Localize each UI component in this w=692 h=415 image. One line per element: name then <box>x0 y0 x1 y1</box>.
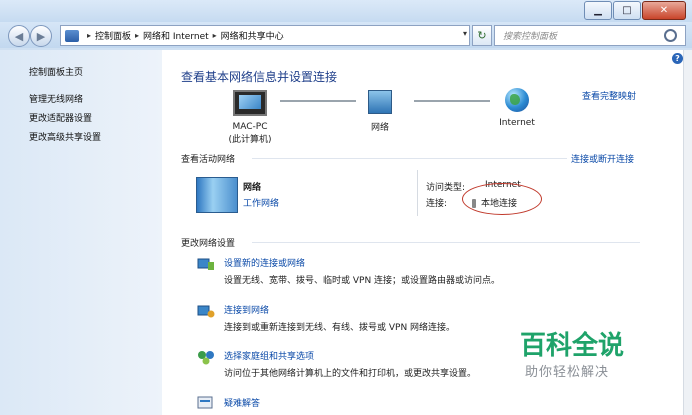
breadcrumb-separator: ▸ <box>135 31 140 40</box>
sidebar-item-home[interactable]: 控制面板主页 <box>29 65 83 78</box>
breadcrumb-sharing-center[interactable]: 网络和共享中心 <box>221 29 284 42</box>
change-settings-title: 更改网络设置 <box>181 239 236 249</box>
watermark-subtitle: 助你轻松解决 <box>525 365 610 380</box>
option-connect-network-desc: 连接到或重新连接到无线、有线、拨号或 VPN 网络连接。 <box>224 323 456 333</box>
title-bar: ▁ □ ✕ <box>0 0 692 22</box>
network-name: 网络 <box>243 183 262 193</box>
homegroup-icon <box>198 351 214 365</box>
divider <box>252 242 640 243</box>
network-node-label: 网络 <box>370 123 389 133</box>
close-button[interactable]: ✕ <box>642 1 686 20</box>
node-network[interactable]: 网络 <box>360 90 400 133</box>
sidebar-item-sharing[interactable]: 更改高级共享设置 <box>29 130 101 143</box>
building-icon <box>196 177 238 213</box>
refresh-button[interactable]: ↻ <box>472 25 492 46</box>
node-internet[interactable]: Internet <box>492 88 542 128</box>
map-connector <box>414 100 490 102</box>
network-icon <box>368 90 392 114</box>
scrollbar[interactable] <box>683 50 692 415</box>
window-controls: ▁ □ ✕ <box>583 1 686 20</box>
computer-name: MAC-PC <box>232 122 268 132</box>
search-box[interactable]: 搜索控制面板 <box>494 25 686 46</box>
troubleshoot-icon <box>197 396 213 409</box>
node-computer[interactable]: MAC-PC (此计算机) <box>224 90 276 145</box>
maximize-button[interactable]: □ <box>613 1 641 20</box>
active-networks-title: 查看活动网络 <box>181 155 236 165</box>
option-connect-network[interactable]: 连接到网络 <box>224 303 269 316</box>
computer-subtitle: (此计算机) <box>228 135 272 145</box>
main-window-body: 控制面板主页 管理无线网络 更改适配器设置 更改高级共享设置 ? 查看基本网络信… <box>0 50 692 415</box>
divider <box>252 158 567 159</box>
search-input[interactable]: 搜索控制面板 <box>503 29 664 42</box>
navigation-bar: ◀ ▶ ▸ 控制面板 ▸ 网络和 Internet ▸ 网络和共享中心 ▾ ↻ … <box>0 22 692 48</box>
control-panel-icon <box>65 29 79 42</box>
breadcrumb-network-internet[interactable]: 网络和 Internet <box>143 29 209 42</box>
search-icon[interactable] <box>664 29 677 42</box>
internet-node-label: Internet <box>499 118 535 128</box>
connection-label: 连接: <box>426 199 448 209</box>
option-new-connection-desc: 设置无线、宽带、拨号、临时或 VPN 连接；或设置路由器或访问点。 <box>224 276 501 286</box>
network-type-link[interactable]: 工作网络 <box>243 196 279 209</box>
forward-button[interactable]: ▶ <box>30 25 52 47</box>
option-new-connection[interactable]: 设置新的连接或网络 <box>224 256 305 269</box>
computer-icon <box>233 90 267 116</box>
highlight-circle <box>462 183 542 215</box>
connect-network-icon <box>197 305 215 318</box>
sidebar-item-adapter[interactable]: 更改适配器设置 <box>29 111 92 124</box>
vertical-divider <box>417 170 418 216</box>
address-bar[interactable]: ▸ 控制面板 ▸ 网络和 Internet ▸ 网络和共享中心 ▾ <box>60 25 470 46</box>
sidebar: 控制面板主页 管理无线网络 更改适配器设置 更改高级共享设置 <box>0 50 162 415</box>
map-connector <box>280 100 356 102</box>
address-dropdown-icon[interactable]: ▾ <box>463 29 467 38</box>
breadcrumb-control-panel[interactable]: 控制面板 <box>95 29 131 42</box>
watermark-title: 百科全说 <box>520 331 625 361</box>
option-homegroup[interactable]: 选择家庭组和共享选项 <box>224 349 314 362</box>
breadcrumb-separator: ▸ <box>87 31 92 40</box>
new-connection-icon <box>197 258 214 270</box>
sidebar-item-wireless[interactable]: 管理无线网络 <box>29 92 83 105</box>
globe-icon <box>505 88 529 112</box>
access-type-label: 访问类型: <box>426 183 466 193</box>
option-troubleshoot[interactable]: 疑难解答 <box>224 396 260 409</box>
full-map-link[interactable]: 查看完整映射 <box>582 89 636 102</box>
option-homegroup-desc: 访问位于其他网络计算机上的文件和打印机，或更改共享设置。 <box>224 369 477 379</box>
minimize-button[interactable]: ▁ <box>584 1 612 20</box>
connect-disconnect-link[interactable]: 连接或断开连接 <box>571 152 634 165</box>
back-button[interactable]: ◀ <box>8 25 30 47</box>
page-title: 查看基本网络信息并设置连接 <box>181 70 338 84</box>
breadcrumb-separator: ▸ <box>212 31 217 40</box>
